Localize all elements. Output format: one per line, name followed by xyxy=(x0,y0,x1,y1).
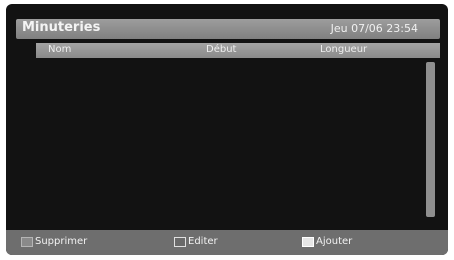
footer-bar: Supprimer Editer Ajouter xyxy=(6,230,448,255)
column-header-length: Longueur xyxy=(320,44,368,55)
column-header-start: Début xyxy=(206,44,237,55)
delete-button[interactable]: Supprimer xyxy=(21,236,87,247)
white-key-icon xyxy=(302,236,314,247)
add-button[interactable]: Ajouter xyxy=(302,236,352,247)
dark-key-icon xyxy=(174,236,186,247)
column-header-row: Nom Début Longueur xyxy=(36,43,440,58)
datetime-display: Jeu 07/06 23:54 xyxy=(330,22,418,35)
timer-list[interactable] xyxy=(36,58,426,218)
delete-label: Supprimer xyxy=(35,236,88,247)
grey-key-icon xyxy=(21,236,33,247)
title-bar: Minuteries Jeu 07/06 23:54 xyxy=(16,19,440,39)
timers-screen: Minuteries Jeu 07/06 23:54 Nom Début Lon… xyxy=(6,4,448,255)
page-title: Minuteries xyxy=(22,20,101,35)
column-header-name: Nom xyxy=(48,44,72,55)
scrollbar[interactable] xyxy=(426,62,435,217)
edit-button[interactable]: Editer xyxy=(174,236,218,247)
edit-label: Editer xyxy=(188,236,218,247)
add-label: Ajouter xyxy=(316,236,353,247)
